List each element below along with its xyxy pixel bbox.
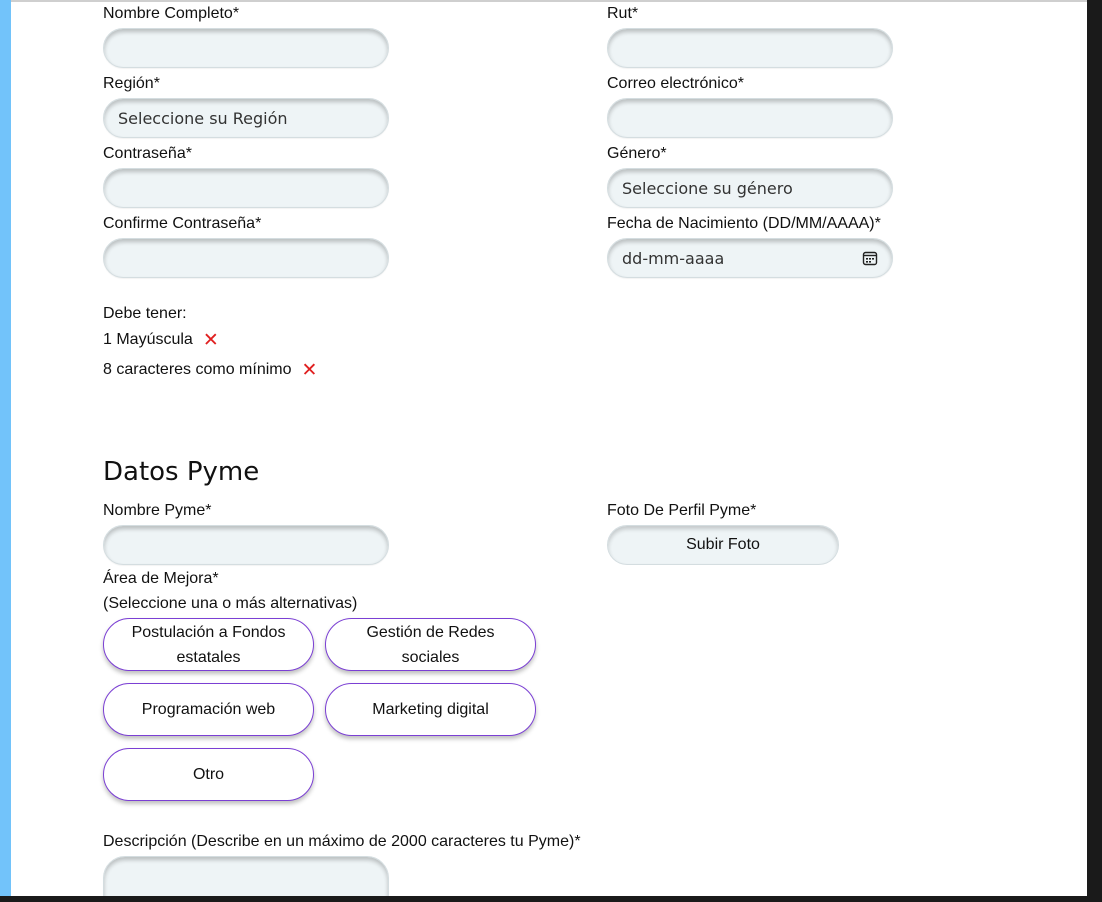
x-mark-icon: ✕ [202,329,219,351]
area-label: Área de Mejora* [103,570,219,587]
full-name-input[interactable] [103,28,389,68]
pyme-name-label: Nombre Pyme* [103,502,212,519]
rule-text: 1 Mayúscula [103,331,193,348]
password-input[interactable] [103,168,389,208]
birthdate-input[interactable]: dd-mm-aaaa [607,238,893,278]
password-rule-uppercase: 1 Mayúscula ✕ [103,330,219,350]
region-label: Región* [103,75,160,92]
email-label: Correo electrónico* [607,75,744,92]
password-rule-min-length: 8 caracteres como mínimo ✕ [103,360,317,380]
rut-input[interactable] [607,28,893,68]
left-accent-bar [0,0,11,896]
area-option-marketing[interactable]: Marketing digital [325,683,536,736]
area-option-otro[interactable]: Otro [103,748,314,801]
area-option-redes[interactable]: Gestión de Redes sociales [325,618,536,671]
top-divider [11,0,1087,2]
rule-text: 8 caracteres como mínimo [103,361,292,378]
rut-label: Rut* [607,5,639,22]
area-hint: (Seleccione una o más alternativas) [103,595,358,612]
gender-select[interactable]: Seleccione su género [607,168,893,208]
gender-label: Género* [607,145,667,162]
description-textarea[interactable] [103,856,389,896]
password-rules-title: Debe tener: [103,305,187,322]
password-label: Contraseña* [103,145,192,162]
gender-select-value: Seleccione su género [622,178,793,198]
confirm-password-input[interactable] [103,238,389,278]
area-option-programacion[interactable]: Programación web [103,683,314,736]
birthdate-label: Fecha de Nacimiento (DD/MM/AAAA)* [607,215,881,232]
pyme-name-input[interactable] [103,525,389,565]
calendar-icon[interactable] [862,250,878,266]
registration-form-page: Nombre Completo* Rut* Región* Seleccione… [0,0,1087,896]
pyme-section-title: Datos Pyme [103,457,260,487]
region-select-value: Seleccione su Región [118,108,288,128]
confirm-password-label: Confirme Contraseña* [103,215,262,232]
email-input[interactable] [607,98,893,138]
upload-photo-button[interactable]: Subir Foto [607,525,839,565]
x-mark-icon: ✕ [301,359,318,381]
full-name-label: Nombre Completo* [103,5,240,22]
area-option-fondos[interactable]: Postulación a Fondos estatales [103,618,314,671]
region-select[interactable]: Seleccione su Región [103,98,389,138]
birthdate-placeholder: dd-mm-aaaa [622,248,725,268]
description-label: Descripción (Describe en un máximo de 20… [103,833,581,850]
pyme-photo-label: Foto De Perfil Pyme* [607,502,757,519]
